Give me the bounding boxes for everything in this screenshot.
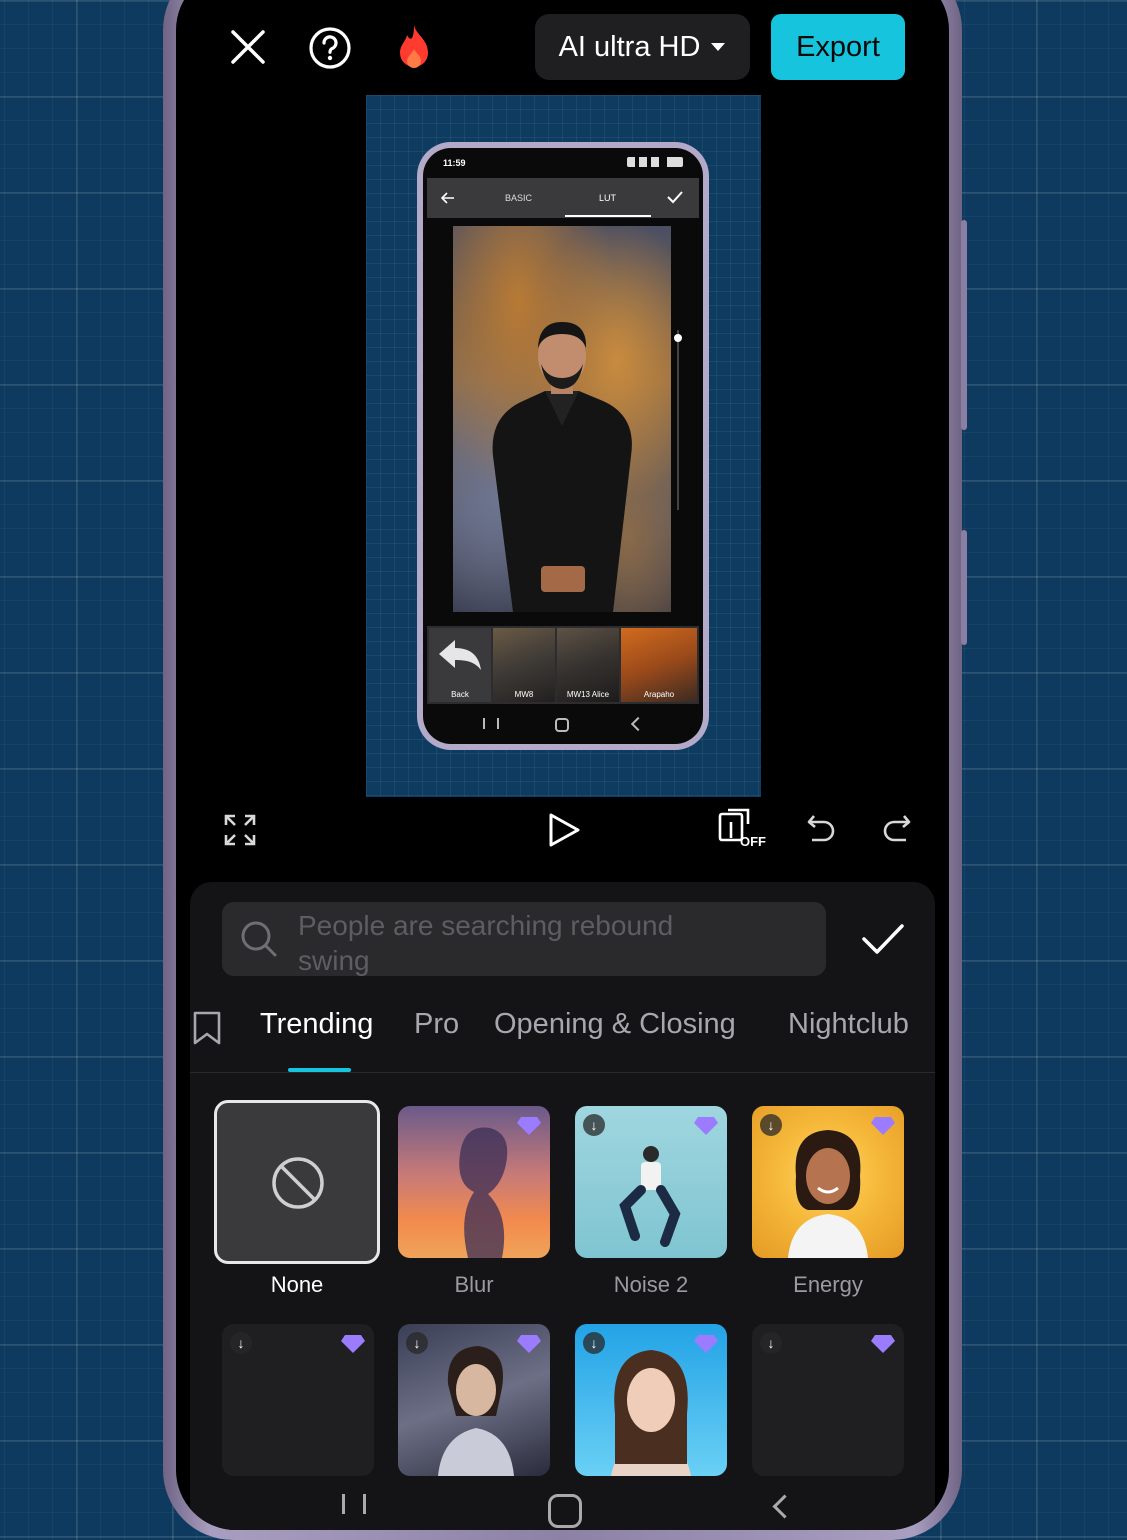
- editor-app: AI ultra HD Export 11:59 BASIC LUT Back …: [190, 0, 935, 1530]
- search-input[interactable]: People are searching rebound swing: [222, 902, 826, 976]
- preview-status-icons: [627, 157, 683, 167]
- download-icon: ↓: [406, 1332, 428, 1354]
- preview-tab-basic: BASIC: [505, 193, 533, 203]
- preview-nav-bar: [423, 708, 703, 744]
- preview-photo: [453, 226, 671, 612]
- tab-pro[interactable]: Pro: [414, 1008, 459, 1041]
- pro-diamond-icon: [694, 1335, 718, 1353]
- active-tab-indicator: [288, 1068, 351, 1072]
- tab-opening-closing[interactable]: Opening & Closing: [494, 1008, 736, 1041]
- close-icon[interactable]: [226, 25, 270, 69]
- bookmark-icon[interactable]: [192, 1010, 222, 1046]
- effect-label: Energy: [793, 1272, 863, 1297]
- download-icon: ↓: [583, 1332, 605, 1354]
- preview-lut-strip: Back MW8 MW13 Alice Arapaho: [427, 626, 699, 704]
- back-nav-icon[interactable]: [772, 1494, 797, 1519]
- search-placeholder: People are searching rebound swing: [298, 910, 674, 976]
- recents-nav-icon[interactable]: [342, 1494, 366, 1514]
- preview-back-arrow-icon: [441, 192, 454, 204]
- effect-tile-none[interactable]: [214, 1100, 380, 1264]
- effect-tile-noise-2[interactable]: ↓: [575, 1106, 727, 1258]
- preview-home-icon: [555, 718, 569, 732]
- preview-slider-knob: [674, 334, 682, 342]
- preview-phone-frame: 11:59 BASIC LUT Back MW8 MW13 Alice Arap…: [417, 142, 709, 750]
- toggle-state-label: OFF: [740, 834, 766, 849]
- pro-diamond-icon: [871, 1117, 895, 1135]
- video-preview[interactable]: 11:59 BASIC LUT Back MW8 MW13 Alice Arap…: [366, 95, 761, 797]
- power-button: [961, 530, 967, 645]
- preview-lut-thumb: Arapaho: [621, 628, 697, 702]
- confirm-check-icon[interactable]: [858, 918, 908, 960]
- download-icon: ↓: [230, 1332, 252, 1354]
- pro-diamond-icon: [517, 1335, 541, 1353]
- effect-tile[interactable]: ↓: [752, 1324, 904, 1476]
- preview-tab-lut: LUT: [599, 193, 617, 203]
- export-button[interactable]: Export: [771, 14, 905, 80]
- effect-tile-energy[interactable]: ↓: [752, 1106, 904, 1258]
- redo-icon[interactable]: [876, 808, 916, 848]
- preview-undo-arrow-icon: [439, 640, 481, 670]
- play-icon[interactable]: [542, 808, 586, 852]
- no-effect-icon: [272, 1157, 324, 1209]
- preview-lut-thumb: MW8: [493, 628, 555, 702]
- effect-tile[interactable]: ↓: [222, 1324, 374, 1476]
- pro-diamond-icon: [341, 1335, 365, 1353]
- preview-lut-back: Back: [429, 628, 491, 702]
- pro-diamond-icon: [694, 1117, 718, 1135]
- search-icon: [241, 921, 277, 957]
- preview-tab-underline: [565, 215, 651, 217]
- effect-label: None: [270, 1272, 324, 1297]
- help-icon[interactable]: [307, 25, 353, 71]
- preview-lut-label: Back: [451, 690, 469, 699]
- preview-status-time: 11:59: [443, 158, 466, 168]
- person-figure: [492, 322, 632, 612]
- preview-tab-bar: BASIC LUT: [427, 178, 699, 218]
- undo-icon[interactable]: [802, 808, 842, 848]
- preview-status-bar: 11:59: [423, 148, 703, 178]
- preview-check-icon: [667, 191, 683, 204]
- fire-icon[interactable]: [392, 22, 436, 72]
- preview-back-nav-icon: [630, 716, 646, 732]
- effect-label: Blur: [454, 1272, 494, 1297]
- phone-screen: AI ultra HD Export 11:59 BASIC LUT Back …: [176, 0, 949, 1530]
- download-icon: ↓: [760, 1332, 782, 1354]
- effect-label: Noise 2: [613, 1272, 689, 1297]
- quality-label: AI ultra HD: [558, 30, 701, 63]
- download-icon: ↓: [760, 1114, 782, 1136]
- tab-nightclub[interactable]: Nightclub: [788, 1008, 909, 1041]
- download-icon: ↓: [583, 1114, 605, 1136]
- preview-lut-label: MW8: [514, 690, 534, 699]
- caret-down-icon: [711, 43, 726, 51]
- effect-tile[interactable]: ↓: [398, 1324, 550, 1476]
- preview-lut-thumb: MW13 Alice: [557, 628, 619, 702]
- effects-panel: People are searching rebound swing Trend…: [190, 882, 935, 1530]
- tab-trending[interactable]: Trending: [260, 1008, 373, 1041]
- pro-diamond-icon: [871, 1335, 895, 1353]
- pro-diamond-icon: [517, 1117, 541, 1135]
- preview-phone-screen: 11:59 BASIC LUT Back MW8 MW13 Alice Arap…: [423, 148, 703, 744]
- effect-tile[interactable]: ↓: [575, 1324, 727, 1476]
- effect-tile-blur[interactable]: [398, 1106, 550, 1258]
- preview-recents-icon: [483, 718, 499, 729]
- preview-lut-label: Arapaho: [643, 690, 675, 699]
- fullscreen-icon[interactable]: [220, 810, 260, 850]
- volume-button: [961, 220, 967, 430]
- quality-selector-button[interactable]: AI ultra HD: [535, 14, 750, 80]
- preview-lut-label: MW13 Alice: [566, 690, 610, 699]
- category-tabs: Trending Pro Opening & Closing Nightclub: [190, 1000, 935, 1073]
- keyframe-toggle[interactable]: OFF: [716, 804, 770, 854]
- home-nav-icon[interactable]: [548, 1494, 582, 1528]
- preview-intensity-slider: [677, 330, 679, 510]
